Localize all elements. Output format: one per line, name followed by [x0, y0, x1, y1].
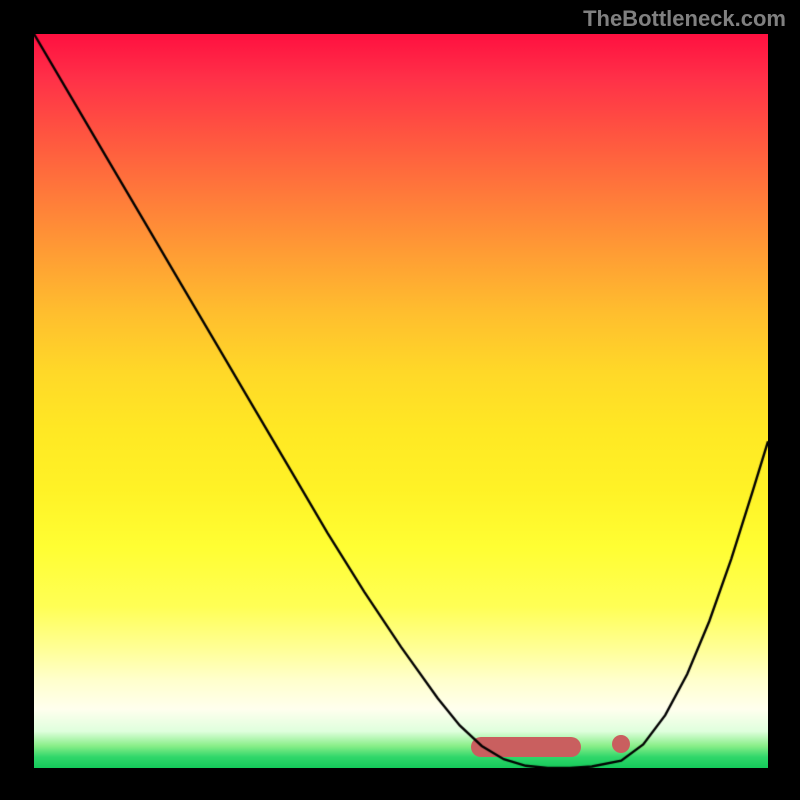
watermark-text: TheBottleneck.com [583, 6, 786, 32]
curve-line [34, 34, 768, 768]
